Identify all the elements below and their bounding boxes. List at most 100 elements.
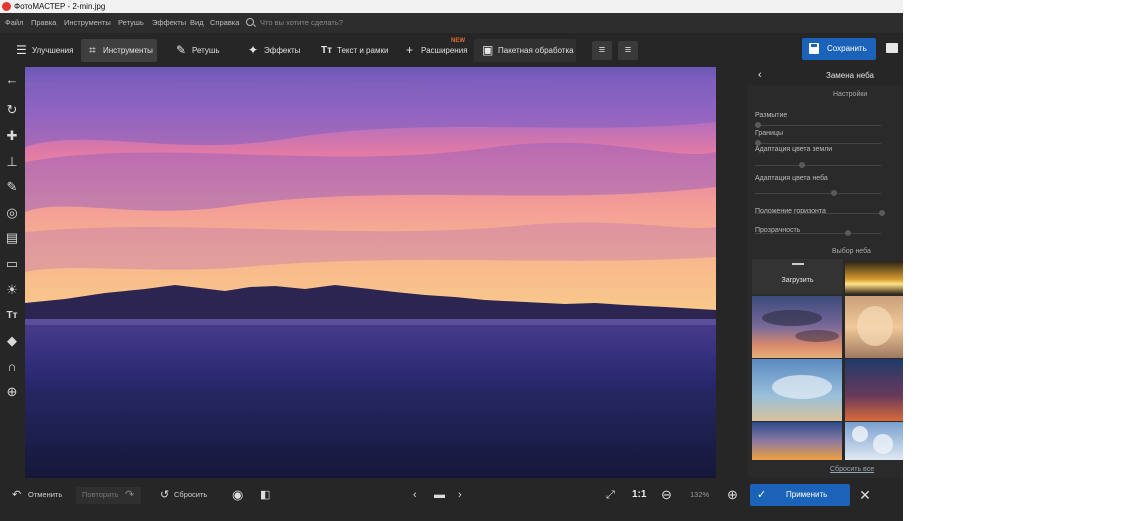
panel-subtitle: Настройки bbox=[833, 91, 868, 98]
upload-label: Загрузить bbox=[781, 277, 814, 284]
opacity-slider[interactable] bbox=[755, 230, 881, 236]
tab-label: Улучшения bbox=[32, 46, 74, 55]
apply-button[interactable]: ✓ Применить bbox=[750, 484, 850, 506]
reset-button[interactable]: Сбросить bbox=[174, 478, 207, 512]
sliders-icon: ☰ bbox=[16, 43, 27, 57]
text-icon: Tт bbox=[321, 45, 333, 56]
zoom-level: 132% bbox=[690, 490, 710, 499]
panel-title: Замена неба bbox=[826, 71, 874, 80]
photo-canvas[interactable] bbox=[25, 67, 716, 478]
slider-knob[interactable] bbox=[831, 190, 837, 196]
eye-icon[interactable]: ◉ bbox=[232, 478, 243, 512]
zoom-out-icon[interactable]: ⊖ bbox=[661, 478, 672, 512]
sky-thumbnail[interactable] bbox=[752, 296, 842, 358]
upload-sky-button[interactable]: Загрузить bbox=[752, 259, 843, 294]
slider-knob[interactable] bbox=[879, 210, 885, 216]
sky-thumbnail[interactable] bbox=[752, 359, 842, 421]
slider-knob[interactable] bbox=[799, 162, 805, 168]
tab-label: Эффекты bbox=[264, 46, 301, 55]
sky-replacement-panel: ‹ Замена неба Настройки Размытие Границы… bbox=[748, 67, 903, 478]
sky-color-slider[interactable] bbox=[755, 190, 881, 196]
search-input[interactable]: Что вы хотите сделать? bbox=[260, 13, 343, 33]
ground-color-label: Адаптация цвета земли bbox=[755, 146, 833, 153]
undo-icon[interactable]: ↶ bbox=[12, 478, 21, 512]
app-window: ФотоМАСТЕР - 2-min.jpg Файл Правка Инстр… bbox=[0, 0, 903, 521]
back-arrow-icon[interactable]: ← bbox=[3, 71, 21, 89]
window-title: ФотоМАСТЕР - 2-min.jpg bbox=[14, 2, 106, 11]
menu-edit[interactable]: Правка bbox=[31, 13, 56, 33]
prev-chevron-icon[interactable]: ‹ bbox=[413, 478, 417, 512]
fit-screen-icon[interactable]: ⤢ bbox=[606, 478, 615, 512]
main-toolbar: ☰ Улучшения ⌗ Инструменты ✎ Ретушь ✦ Эфф… bbox=[0, 33, 903, 67]
globe-icon[interactable]: ⊕ bbox=[3, 383, 21, 401]
save-button[interactable]: Сохранить bbox=[802, 38, 876, 60]
edges-slider[interactable] bbox=[755, 140, 881, 146]
vignette-icon[interactable]: ▭ bbox=[3, 255, 21, 273]
light-icon[interactable]: ☀ bbox=[3, 281, 21, 299]
tab-label: Текст и рамки bbox=[337, 46, 389, 55]
gradient-filter-icon[interactable]: ▤ bbox=[3, 229, 21, 247]
upload-icon bbox=[792, 263, 804, 265]
floppy-icon bbox=[809, 43, 819, 54]
tab-enhancements[interactable]: ☰ Улучшения bbox=[8, 39, 76, 62]
heal-icon[interactable]: ✚ bbox=[3, 127, 21, 145]
redo-button[interactable]: Повторить bbox=[82, 478, 119, 512]
menu-help[interactable]: Справка bbox=[210, 13, 239, 33]
plus-icon: + bbox=[406, 43, 414, 57]
sky-thumbnail[interactable] bbox=[752, 422, 842, 460]
fill-bucket-icon[interactable]: ◆ bbox=[3, 332, 21, 350]
tab-retouch[interactable]: ✎ Ретушь bbox=[168, 39, 228, 62]
sky-thumbnail[interactable] bbox=[845, 296, 903, 358]
radial-filter-icon[interactable]: ◎ bbox=[3, 204, 21, 222]
slider-knob[interactable] bbox=[845, 230, 851, 236]
left-tool-bar: ← ↻ ✚ ⊥ ✎ ◎ ▤ ▭ ☀ Tт ◆ ∩ ⊕ bbox=[0, 67, 24, 478]
sky-thumbnail[interactable] bbox=[845, 359, 903, 421]
tab-text-frames[interactable]: Tт Текст и рамки bbox=[313, 39, 391, 62]
brush-icon[interactable]: ✎ bbox=[3, 178, 21, 196]
close-icon[interactable]: ✕ bbox=[858, 484, 872, 506]
back-chevron-icon[interactable]: ‹ bbox=[758, 69, 762, 81]
slider-knob[interactable] bbox=[755, 122, 761, 128]
app-logo-icon bbox=[2, 2, 11, 11]
rotate-icon[interactable]: ↻ bbox=[3, 101, 21, 119]
list-settings-icon[interactable]: ≡ bbox=[618, 41, 638, 60]
magic-wand-icon: ✦ bbox=[248, 43, 259, 57]
magnet-icon[interactable]: ∩ bbox=[3, 358, 21, 376]
horizon-slider[interactable] bbox=[755, 210, 885, 216]
menu-tools[interactable]: Инструменты bbox=[64, 13, 111, 33]
stamp-icon[interactable]: ⊥ bbox=[3, 153, 21, 171]
tab-effects[interactable]: ✦ Эффекты bbox=[240, 39, 302, 62]
tab-label: Ретушь bbox=[192, 46, 220, 55]
menu-file[interactable]: Файл bbox=[5, 13, 23, 33]
tab-tools[interactable]: ⌗ Инструменты bbox=[81, 39, 157, 62]
zoom-in-icon[interactable]: ⊕ bbox=[727, 478, 738, 512]
crop-icon: ⌗ bbox=[89, 43, 96, 57]
blur-slider[interactable] bbox=[755, 122, 881, 128]
tab-label: Пакетная обработка bbox=[498, 46, 574, 55]
menu-retouch[interactable]: Ретушь bbox=[118, 13, 144, 33]
folder-icon[interactable]: ▬ bbox=[434, 478, 445, 512]
sky-selection-heading: Выбор неба bbox=[832, 248, 871, 255]
menu-bar: Файл Правка Инструменты Ретушь Эффекты В… bbox=[0, 13, 903, 33]
reset-all-link[interactable]: Сбросить все bbox=[830, 466, 874, 473]
undo-button[interactable]: Отменить bbox=[28, 478, 62, 512]
ground-color-slider[interactable] bbox=[755, 162, 881, 168]
sky-color-label: Адаптация цвета неба bbox=[755, 175, 828, 182]
text-icon[interactable]: Tт bbox=[3, 307, 21, 325]
sky-thumbnail[interactable] bbox=[845, 422, 903, 460]
menu-view[interactable]: Вид bbox=[190, 13, 204, 33]
add-to-list-icon[interactable]: ≡ bbox=[592, 41, 612, 60]
redo-icon[interactable]: ↷ bbox=[125, 478, 134, 512]
search-icon bbox=[246, 18, 254, 26]
actual-size-button[interactable]: 1:1 bbox=[632, 478, 646, 512]
print-icon[interactable] bbox=[886, 43, 898, 53]
compare-icon[interactable]: ◧ bbox=[260, 478, 270, 512]
sky-thumbnail[interactable] bbox=[845, 261, 903, 294]
title-bar: ФотоМАСТЕР - 2-min.jpg bbox=[0, 0, 903, 13]
next-chevron-icon[interactable]: › bbox=[458, 478, 462, 512]
menu-effects[interactable]: Эффекты bbox=[152, 13, 186, 33]
tab-batch[interactable]: ▣ Пакетная обработка bbox=[474, 39, 576, 62]
edges-label: Границы bbox=[755, 130, 783, 137]
check-icon: ✓ bbox=[757, 489, 767, 501]
reset-icon[interactable]: ↺ bbox=[160, 478, 169, 512]
